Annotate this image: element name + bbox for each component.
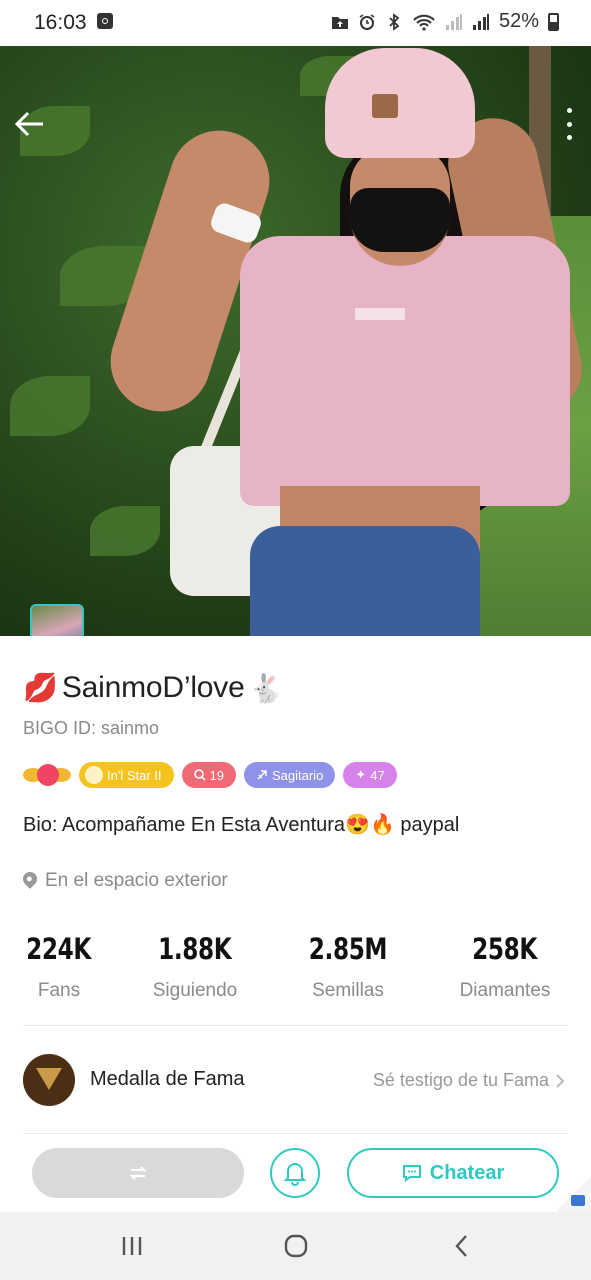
photo-thumbnail[interactable] <box>30 604 84 636</box>
chat-bubble-icon <box>402 1165 421 1182</box>
stat-value: 224K <box>26 932 92 966</box>
stats-row: 224K Fans 1.88K Siguiendo 2.85M Semillas… <box>0 932 591 1012</box>
level-icon <box>193 769 206 781</box>
rabbit-emoji: 🐇 <box>248 672 284 704</box>
fame-link[interactable]: Sé testigo de tu Fama <box>373 1070 565 1091</box>
location-pin-icon <box>20 869 40 889</box>
location-text: En el espacio exterior <box>45 870 228 891</box>
location-row: En el espacio exterior <box>20 869 228 892</box>
screen-record-icon <box>97 13 113 29</box>
follow-toggle-button[interactable] <box>32 1148 244 1198</box>
stat-label: Fans <box>37 980 81 1001</box>
badge-row: In'l Star II 19 Sagitario ✦ 47 <box>23 762 397 788</box>
divider <box>23 1133 568 1134</box>
fame-link-label: Sé testigo de tu Fama <box>372 1070 549 1090</box>
sparkle-icon: ✦ <box>355 767 367 782</box>
bio-text: Bio: Acompañame En Esta Aventura😍🔥 paypa… <box>23 814 460 836</box>
notification-bell-button[interactable] <box>270 1148 320 1198</box>
chat-button-label: Chatear <box>429 1161 505 1184</box>
star-badge-label: In'l Star II <box>107 767 162 783</box>
stat-seeds[interactable]: 2.85M Semillas <box>278 932 418 1002</box>
battery-percent: 52% <box>498 10 539 32</box>
system-navigation-bar <box>0 1212 591 1280</box>
bell-icon <box>283 1163 307 1186</box>
battery-icon <box>548 12 559 31</box>
status-bar: 16:03 52% <box>0 0 591 46</box>
folder-upload-icon <box>331 16 348 29</box>
bigo-id: BIGO ID: sainmo <box>23 718 160 738</box>
signal-icon <box>445 13 462 30</box>
level-badge-value: 19 <box>209 767 224 783</box>
zodiac-badge-label: Sagitario <box>271 767 324 783</box>
stat-label: Semillas <box>312 980 384 1001</box>
stat-label: Siguiendo <box>152 980 238 1001</box>
lips-emoji: 💋 <box>23 672 58 703</box>
swap-icon <box>129 1166 147 1180</box>
recent-apps-icon[interactable] <box>102 1226 162 1266</box>
stat-fans[interactable]: 224K Fans <box>0 932 129 1002</box>
profile-name-row: 💋 SainmoD’love 🐇 <box>23 668 283 708</box>
fame-medal-row[interactable]: Medalla de Fama Sé testigo de tu Fama <box>0 1050 591 1112</box>
chevron-right-icon <box>556 1073 565 1088</box>
stat-value: 1.88K <box>158 932 232 966</box>
alarm-icon <box>359 13 375 30</box>
signal-icon-2 <box>472 13 489 30</box>
wifi-icon <box>413 14 435 31</box>
level-badge[interactable]: 19 <box>181 762 236 788</box>
chat-button[interactable]: Chatear <box>347 1148 559 1198</box>
floating-upload-icon[interactable] <box>555 1176 591 1212</box>
sagittarius-icon <box>257 770 267 780</box>
divider <box>23 1025 568 1026</box>
action-bar: Chatear <box>0 1140 591 1210</box>
status-time: 16:03 <box>34 11 87 34</box>
fame-medal-icon <box>23 1054 75 1106</box>
stat-value: 258K <box>472 932 538 966</box>
stat-diamonds[interactable]: 258K Diamantes <box>435 932 575 1002</box>
star-badge[interactable]: In'l Star II <box>79 762 174 788</box>
bluetooth-icon <box>389 12 400 31</box>
stat-value: 2.85M <box>308 932 388 966</box>
status-icons: 52% <box>331 10 559 33</box>
more-options-icon[interactable] <box>559 108 579 140</box>
stat-following[interactable]: 1.88K Siguiendo <box>125 932 265 1002</box>
stat-label: Diamantes <box>459 980 551 1001</box>
fame-title: Medalla de Fama <box>90 1068 245 1090</box>
number-badge[interactable]: ✦ 47 <box>343 762 397 788</box>
back-icon[interactable] <box>432 1226 492 1266</box>
star-icon <box>85 766 103 784</box>
back-arrow-icon[interactable] <box>10 104 50 144</box>
profile-photo-carousel[interactable] <box>0 46 591 636</box>
wings-heart-badge[interactable] <box>23 762 71 788</box>
zodiac-badge[interactable]: Sagitario <box>243 762 336 788</box>
number-badge-value: 47 <box>370 767 385 783</box>
display-name: SainmoD’love <box>61 671 245 704</box>
home-icon[interactable] <box>266 1226 326 1266</box>
profile-photo-subject <box>97 46 591 636</box>
